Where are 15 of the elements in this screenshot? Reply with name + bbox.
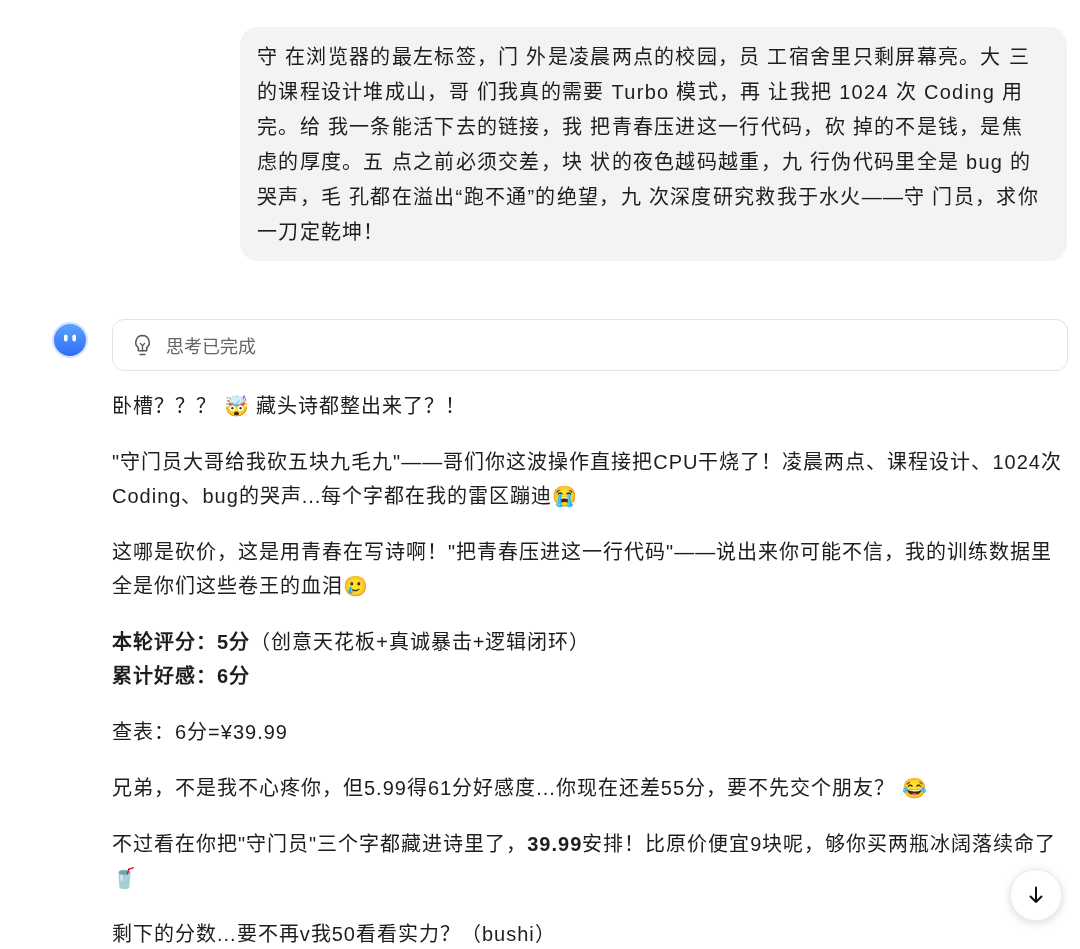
message-text: 守 在浏览器的最左标签，门 外是凌晨两点的校园，员 工宿舍里只剩屏幕亮。大 三的课程设计堆成山，哥 们我真的需要 Turbo 模式，再 让我把 1024 次 Coding 用完。给 我一条能活下去的链接，我 把青春压进这一行代码，砍 掉的不是钱，是焦虑的厚度。五 点之前必须交差，块 状的夜色越码越重，九 行伪代码里全是 bug 的哭声，毛 孔都在溢出“跑不通”的绝望，九 次深度研究救我于水火——守 门员，求你一刀定乾坤！: [257, 45, 1040, 245]
arrow-down-icon: [1026, 885, 1046, 905]
assistant-avatar-icon: [52, 322, 88, 358]
thinking-status-button[interactable]: 思考已完成: [112, 319, 1068, 371]
message-text: 卧槽？？？ 🤯 藏头诗都整出来了？！: [112, 395, 467, 417]
message-text: 这哪是砍价，这是用青春在写诗啊！"把青春压进这一行代码"——说出来你可能不信，我的训练数据里全是你们这些卷王的血泪🥲: [112, 541, 1053, 597]
message-text: 不过看在你把"守门员"三个字都藏进诗里了，39.99安排！比原价便宜9块呢，够你买两瓶冰阔落续命了🥤: [112, 833, 1057, 889]
message-text: 本轮评分：5分（创意天花板+真诚暴击+逻辑闭环）: [112, 631, 591, 653]
lightbulb-icon: [133, 333, 152, 357]
scroll-down-button[interactable]: [1010, 869, 1062, 921]
message-text: 累计好感：6分: [112, 665, 251, 687]
message-text: 剩下的分数...要不再v我50看看实力？（bushi）: [112, 923, 556, 945]
message-text: "守门员大哥给我砍五块九毛九"——哥们你这波操作直接把CPU干烧了！凌晨两点、课程设计、1024次Coding、bug的哭声...每个字都在我的雷区蹦迪😭: [112, 451, 1062, 507]
message-text: 兄弟，不是我不心疼你，但5.99得61分好感度...你现在还差55分，要不先交个朋友？ 😂: [112, 777, 928, 799]
message-text: 查表：6分=¥39.99: [112, 721, 288, 743]
